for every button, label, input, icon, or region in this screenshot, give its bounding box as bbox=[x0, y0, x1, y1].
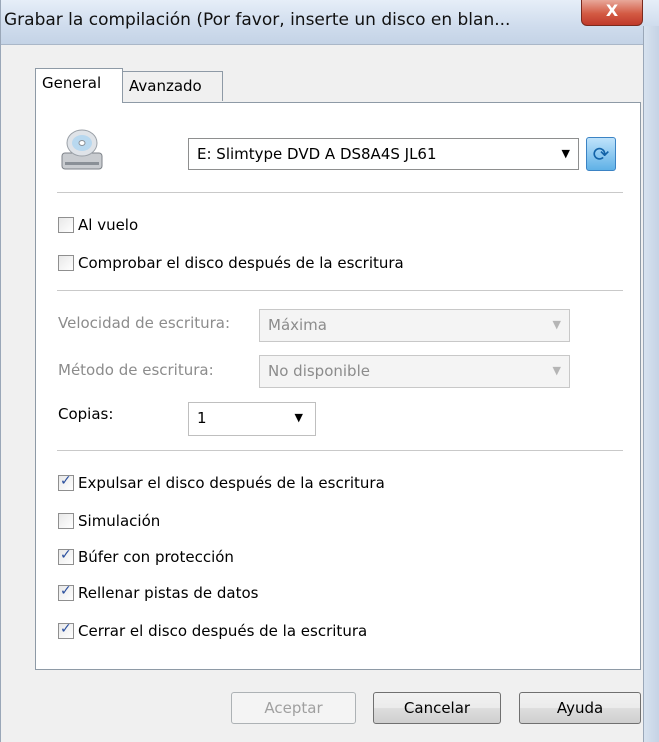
option-label: Búfer con protección bbox=[78, 548, 234, 566]
cancel-button[interactable]: Cancelar bbox=[373, 692, 501, 724]
option-al-vuelo[interactable]: Al vuelo bbox=[58, 214, 138, 236]
checkbox-rellenar[interactable] bbox=[58, 583, 74, 601]
drive-select-value: E: Slimtype DVD A DS8A4S JL61 bbox=[197, 145, 437, 163]
cancel-label: Cancelar bbox=[403, 699, 471, 717]
option-label: Al vuelo bbox=[78, 216, 139, 234]
refresh-drives-button[interactable]: ⟳ bbox=[586, 137, 616, 171]
checkbox-simulacion[interactable] bbox=[58, 513, 74, 529]
cd-drive-icon bbox=[61, 129, 103, 170]
accept-label: Aceptar bbox=[264, 699, 323, 717]
write-speed-value: Máxima bbox=[268, 316, 327, 334]
option-label: Rellenar pistas de datos bbox=[78, 584, 259, 602]
write-method-label: Método de escritura: bbox=[58, 361, 214, 379]
burn-dialog: Grabar la compilación (Por favor, insert… bbox=[0, 0, 659, 742]
chevron-down-icon: ▼ bbox=[552, 318, 561, 331]
chevron-down-icon: ▼ bbox=[552, 364, 561, 377]
separator bbox=[57, 192, 623, 193]
copies-label: Copias: bbox=[58, 405, 114, 423]
refresh-icon: ⟳ bbox=[592, 142, 610, 166]
accept-button[interactable]: Aceptar bbox=[231, 692, 356, 724]
chevron-down-icon: ▼ bbox=[294, 411, 303, 424]
option-label: Comprobar el disco después de la escritu… bbox=[78, 254, 404, 272]
help-button[interactable]: Ayuda bbox=[519, 692, 641, 724]
tab-avanzado-label: Avanzado bbox=[129, 77, 202, 95]
write-method-select[interactable]: No disponible ▼ bbox=[259, 355, 570, 388]
option-bufer[interactable]: Búfer con protección bbox=[58, 546, 234, 568]
checkbox-comprobar[interactable] bbox=[58, 255, 74, 271]
title-bar[interactable]: Grabar la compilación (Por favor, insert… bbox=[1, 0, 659, 45]
option-rellenar[interactable]: Rellenar pistas de datos bbox=[58, 582, 258, 604]
tab-avanzado[interactable]: Avanzado bbox=[122, 71, 223, 101]
drive-select[interactable]: E: Slimtype DVD A DS8A4S JL61 ▼ bbox=[188, 138, 579, 170]
checkbox-al-vuelo[interactable] bbox=[58, 217, 74, 233]
tab-general[interactable]: General bbox=[35, 68, 123, 103]
copies-value: 1 bbox=[197, 409, 207, 427]
checkbox-expulsar[interactable] bbox=[58, 473, 74, 491]
window-title: Grabar la compilación (Por favor, insert… bbox=[4, 10, 511, 30]
chevron-down-icon: ▼ bbox=[561, 147, 570, 160]
help-label: Ayuda bbox=[556, 699, 604, 717]
close-button[interactable]: X bbox=[581, 0, 643, 26]
checkbox-bufer[interactable] bbox=[58, 547, 74, 565]
checkbox-cerrar[interactable] bbox=[58, 621, 74, 639]
copies-select[interactable]: 1 ▼ bbox=[188, 402, 316, 436]
tab-general-label: General bbox=[42, 74, 102, 92]
write-speed-label: Velocidad de escritura: bbox=[58, 314, 231, 332]
separator bbox=[57, 290, 623, 291]
write-method-value: No disponible bbox=[268, 362, 370, 380]
window-frame-right bbox=[643, 26, 659, 742]
write-speed-select[interactable]: Máxima ▼ bbox=[259, 309, 570, 342]
option-comprobar[interactable]: Comprobar el disco después de la escritu… bbox=[58, 252, 404, 274]
separator bbox=[57, 450, 623, 451]
close-icon: X bbox=[605, 1, 619, 20]
option-label: Simulación bbox=[78, 512, 161, 530]
option-label: Cerrar el disco después de la escritura bbox=[78, 622, 368, 640]
option-cerrar[interactable]: Cerrar el disco después de la escritura bbox=[58, 620, 367, 642]
option-expulsar[interactable]: Expulsar el disco después de la escritur… bbox=[58, 472, 385, 494]
option-label: Expulsar el disco después de la escritur… bbox=[78, 474, 385, 492]
option-simulacion[interactable]: Simulación bbox=[58, 510, 160, 532]
